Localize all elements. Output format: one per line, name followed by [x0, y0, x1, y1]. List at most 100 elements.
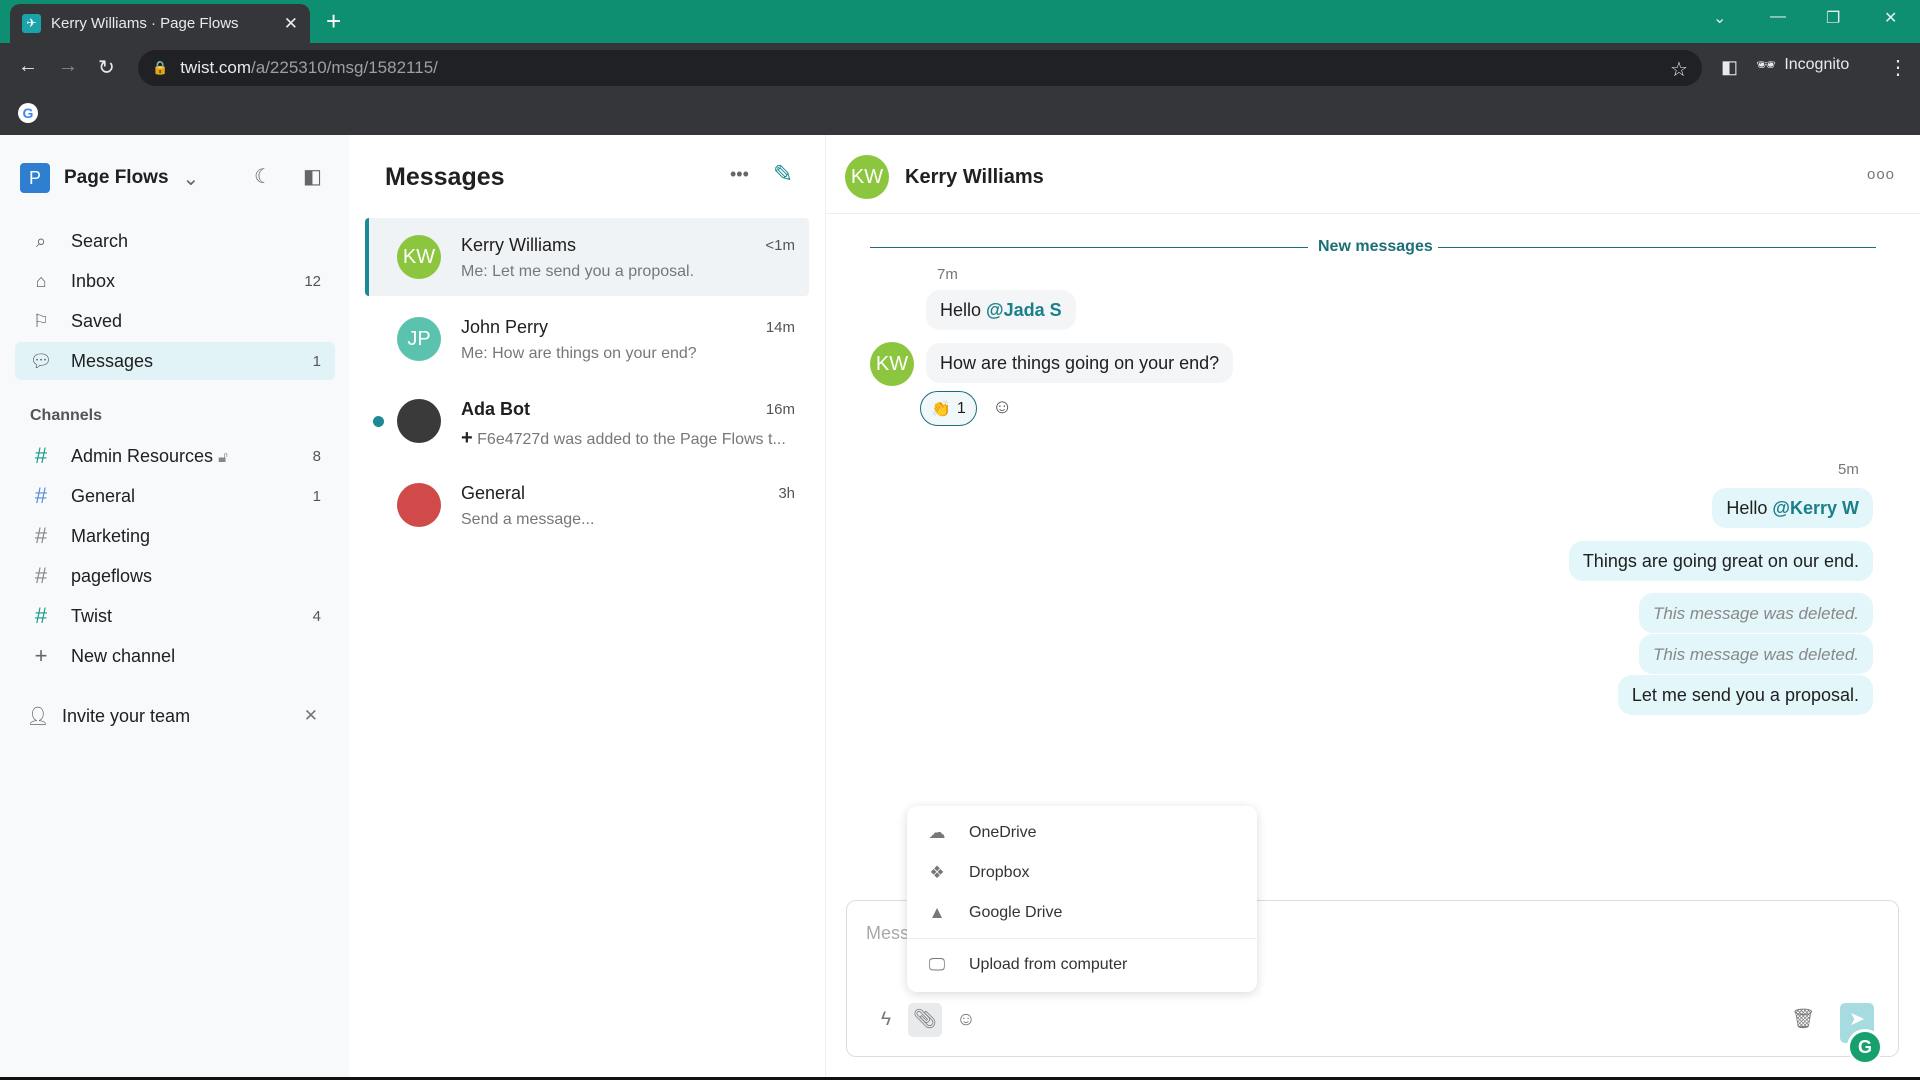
label: Search — [71, 230, 129, 251]
clap-emoji-icon: 👏 — [931, 400, 951, 418]
add-reaction-icon[interactable]: ☺ — [992, 396, 1012, 419]
conversation-time: 14m — [765, 319, 795, 336]
unread-dot — [373, 416, 384, 427]
message-bubble[interactable]: Hello @Jada S — [926, 290, 1076, 330]
count: 8 — [312, 447, 321, 465]
workspace-switcher[interactable]: P Page Flows ⌄ — [20, 163, 199, 193]
more-options-icon[interactable]: ooo — [1867, 166, 1895, 183]
google-bookmark-icon[interactable]: G — [18, 103, 38, 123]
side-panel-icon[interactable]: ◧ — [1721, 57, 1738, 78]
label: Upload from computer — [969, 956, 1128, 973]
forward-icon[interactable]: → — [58, 55, 78, 78]
label: Invite your team — [62, 705, 191, 726]
channel-general[interactable]: # General 1 — [15, 477, 335, 515]
conversation-row[interactable]: JP John Perry Me: How are things on your… — [365, 300, 809, 378]
emoji-icon[interactable]: ☺ — [949, 1003, 983, 1037]
close-tab-icon[interactable]: ✕ — [284, 14, 298, 34]
toggle-sidebar-icon[interactable]: ◧ — [303, 164, 322, 189]
mention[interactable]: @Jada S — [986, 300, 1062, 320]
add-user-icon: 👤︎ — [26, 705, 50, 726]
menu-item-dropbox[interactable]: ❖ Dropbox — [907, 853, 1257, 893]
plus-icon: + — [461, 427, 473, 449]
deleted-message[interactable]: This message was deleted. — [1639, 593, 1873, 633]
reaction-badge[interactable]: 👏 1 — [920, 391, 977, 426]
moon-icon[interactable]: ☾ — [254, 164, 272, 189]
sidebar-item-saved[interactable]: ⚐ Saved — [15, 302, 335, 340]
browser-tab[interactable]: ✈ Kerry Williams · Page Flows ✕ — [10, 4, 310, 43]
channel-twist[interactable]: # Twist 4 — [15, 597, 335, 635]
channel-admin-resources[interactable]: # Admin Resources 🔓︎ 8 — [15, 437, 335, 475]
bookmarks-bar — [0, 91, 1920, 135]
compose-icon[interactable]: ✎ — [773, 160, 793, 189]
conversation-row[interactable]: Ada Bot + F6e4727d was added to the Page… — [365, 382, 809, 460]
attachment-menu: ☁ OneDrive ❖ Dropbox ▲ Google Drive 🖵 Upload… — [907, 806, 1257, 992]
incognito-icon: 🕶 — [1756, 57, 1777, 74]
star-icon[interactable]: ☆ — [1670, 57, 1688, 82]
message-text: Let me send you a proposal. — [1631, 685, 1859, 705]
reload-icon[interactable]: ↻ — [98, 55, 115, 80]
hash-icon: # — [34, 563, 48, 588]
deleted-message[interactable]: This message was deleted. — [1639, 634, 1873, 674]
conversation-preview: Me: Let me send you a proposal. — [461, 263, 694, 281]
new-messages-divider: New messages — [1318, 238, 1433, 255]
lock-icon: 🔒 — [152, 60, 169, 75]
back-icon[interactable]: ← — [18, 55, 38, 78]
message-bubble[interactable]: Let me send you a proposal. — [1617, 675, 1873, 715]
close-icon[interactable]: ✕ — [304, 706, 318, 726]
label: Messages — [71, 350, 154, 371]
maximize-button[interactable]: ❐ — [1826, 8, 1840, 28]
page-title: Messages — [385, 163, 505, 191]
timestamp: 7m — [937, 266, 958, 283]
hash-icon: # — [34, 603, 48, 628]
lightning-icon[interactable]: ϟ — [869, 1003, 903, 1037]
conversation-row[interactable]: General Send a message... 3h — [365, 466, 809, 544]
tab-search-icon[interactable]: ⌄ — [1713, 8, 1726, 28]
trash-icon[interactable]: 🗑︎ — [1786, 1003, 1820, 1037]
conversation-preview: + F6e4727d was added to the Page Flows t… — [461, 427, 786, 450]
avatar: JP — [397, 317, 441, 361]
sidebar-item-messages[interactable]: 💬︎ Messages 1 — [15, 342, 335, 380]
grammarly-icon[interactable]: G — [1847, 1029, 1883, 1065]
search-icon: ⌕ — [35, 230, 47, 251]
profile-label: Incognito — [1784, 56, 1850, 73]
invite-team-button[interactable]: 👤︎ Invite your team ✕ — [12, 697, 332, 735]
message-bubble[interactable]: Things are going great on our end. — [1568, 541, 1873, 581]
divider — [826, 213, 1920, 214]
mention[interactable]: @Kerry W — [1772, 498, 1859, 518]
label: General — [71, 485, 136, 506]
twist-favicon-icon: ✈ — [22, 14, 41, 33]
message-bubble[interactable]: Hello @Kerry W — [1712, 488, 1873, 528]
conversation-time: 3h — [778, 485, 795, 502]
sidebar-item-inbox[interactable]: ⌂ Inbox 12 — [15, 262, 335, 300]
workspace-logo: P — [20, 163, 50, 193]
attach-icon[interactable]: 📎︎ — [908, 1003, 942, 1037]
menu-item-google-drive[interactable]: ▲ Google Drive — [907, 893, 1257, 933]
avatar: KW — [870, 342, 914, 386]
more-options-icon[interactable]: ••• — [730, 164, 749, 185]
conversation-name: Ada Bot — [461, 399, 530, 419]
label: OneDrive — [969, 824, 1037, 841]
message-bubble[interactable]: How are things going on your end? — [926, 343, 1234, 383]
label: Saved — [71, 310, 123, 331]
hash-icon: # — [34, 523, 48, 548]
menu-item-upload[interactable]: 🖵 Upload from computer — [907, 945, 1257, 985]
new-channel-button[interactable]: + New channel — [15, 637, 335, 675]
timestamp: 5m — [1838, 461, 1859, 478]
channel-pageflows[interactable]: # pageflows — [15, 557, 335, 595]
sidebar-item-search[interactable]: ⌕ Search — [15, 222, 335, 260]
url-path: /a/225310/msg/1582115/ — [251, 58, 438, 77]
close-window-button[interactable]: ✕ — [1884, 8, 1897, 28]
channel-marketing[interactable]: # Marketing — [15, 517, 335, 555]
url-input[interactable]: 🔒 twist.com/a/225310/msg/1582115/ — [138, 50, 1702, 86]
minimize-button[interactable]: — — [1770, 8, 1786, 26]
new-tab-button[interactable]: + — [326, 6, 341, 37]
hash-icon: # — [34, 443, 48, 468]
label: Dropbox — [969, 864, 1030, 881]
menu-item-onedrive[interactable]: ☁ OneDrive — [907, 813, 1257, 853]
message-text: Hello — [1726, 498, 1773, 518]
divider — [907, 938, 1257, 939]
workspace-name: Page Flows — [64, 167, 169, 188]
incognito-badge[interactable]: 🕶 Incognito — [1756, 55, 1849, 75]
browser-menu-icon[interactable]: ⋮ — [1888, 55, 1908, 80]
conversation-row[interactable]: KW Kerry Williams Me: Let me send you a … — [365, 218, 809, 296]
